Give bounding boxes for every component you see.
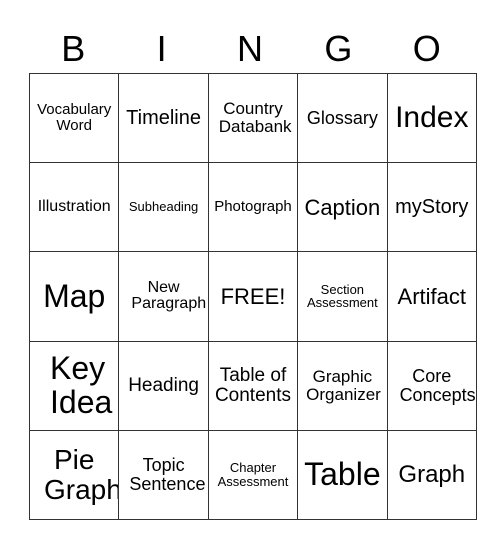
- bingo-cell[interactable]: Timeline: [118, 72, 209, 164]
- bingo-cell[interactable]: Key Idea: [28, 340, 120, 431]
- bingo-cell[interactable]: New Paragraph: [118, 251, 209, 342]
- cell-text: Topic Sentence: [129, 454, 206, 494]
- cell-text: Core Concepts: [399, 365, 476, 405]
- board-row: Key Idea Heading Table of Contents Graph…: [28, 340, 477, 431]
- header-letter-o: O: [412, 28, 441, 69]
- bingo-cell[interactable]: Graph: [386, 429, 477, 520]
- cell-text: Map: [43, 277, 106, 314]
- cell-text: Chapter Assessment: [217, 460, 289, 489]
- cell-text: Vocabulary Word: [37, 101, 112, 135]
- cell-text: Table: [304, 456, 381, 493]
- cell-text: Graph: [398, 461, 466, 489]
- cell-text: myStory: [395, 195, 469, 218]
- bingo-cell[interactable]: Glossary: [297, 72, 388, 164]
- bingo-cell[interactable]: Chapter Assessment: [207, 429, 299, 520]
- bingo-cell[interactable]: Vocabulary Word: [28, 72, 120, 164]
- board-row: Illustration Subheading Photograph Capti…: [28, 162, 477, 253]
- cell-text: Index: [395, 101, 469, 135]
- cell-text: Caption: [304, 194, 381, 220]
- bingo-board: Vocabulary Word Timeline Country Databan…: [28, 72, 477, 520]
- bingo-cell[interactable]: Map: [28, 251, 120, 342]
- cell-text: FREE!: [220, 283, 286, 309]
- cell-text: Subheading: [128, 199, 199, 215]
- cell-text: Key Idea: [50, 350, 113, 420]
- cell-text: Country Databank: [218, 99, 292, 137]
- bingo-cell[interactable]: Caption: [297, 162, 388, 253]
- bingo-header: B I N G O: [29, 26, 471, 72]
- header-letter-n: N: [236, 28, 263, 69]
- cell-text: Illustration: [37, 197, 111, 215]
- bingo-cell[interactable]: Subheading: [118, 162, 209, 253]
- bingo-cell[interactable]: Country Databank: [207, 72, 299, 164]
- header-letter-i: I: [156, 28, 167, 69]
- board-row: Pie Graph Topic Sentence Chapter Assessm…: [28, 429, 477, 520]
- bingo-cell[interactable]: Illustration: [28, 162, 120, 253]
- cell-text: Pie Graph: [44, 444, 119, 505]
- cell-text: New Paragraph: [131, 278, 207, 313]
- board-row: Map New Paragraph FREE! Section Assessme…: [28, 251, 477, 342]
- cell-text: Section Assessment: [306, 281, 378, 311]
- bingo-cell[interactable]: Heading: [118, 340, 209, 431]
- free-space[interactable]: FREE!: [207, 251, 299, 342]
- board-row: Vocabulary Word Timeline Country Databan…: [28, 72, 477, 164]
- bingo-cell[interactable]: Graphic Organizer: [297, 340, 388, 431]
- cell-text: Artifact: [397, 283, 466, 309]
- header-letter-g: G: [324, 28, 353, 69]
- bingo-cell[interactable]: Table: [297, 429, 388, 520]
- cell-text: Glossary: [306, 107, 378, 128]
- bingo-cell[interactable]: myStory: [386, 162, 477, 253]
- bingo-cell[interactable]: Artifact: [386, 251, 477, 342]
- bingo-cell[interactable]: Section Assessment: [297, 251, 388, 342]
- bingo-cell[interactable]: Core Concepts: [386, 340, 477, 431]
- cell-text: Timeline: [126, 106, 201, 129]
- cell-text: Table of Contents: [214, 364, 291, 406]
- bingo-cell[interactable]: Table of Contents: [207, 340, 299, 431]
- cell-text: Heading: [128, 374, 199, 396]
- bingo-cell[interactable]: Photograph: [207, 162, 299, 253]
- header-letter-b: B: [61, 28, 86, 69]
- bingo-cell[interactable]: Topic Sentence: [118, 429, 209, 520]
- bingo-cell[interactable]: Index: [386, 72, 477, 164]
- bingo-cell[interactable]: Pie Graph: [28, 429, 120, 520]
- cell-text: Graphic Organizer: [306, 366, 381, 404]
- cell-text: Photograph: [214, 198, 292, 216]
